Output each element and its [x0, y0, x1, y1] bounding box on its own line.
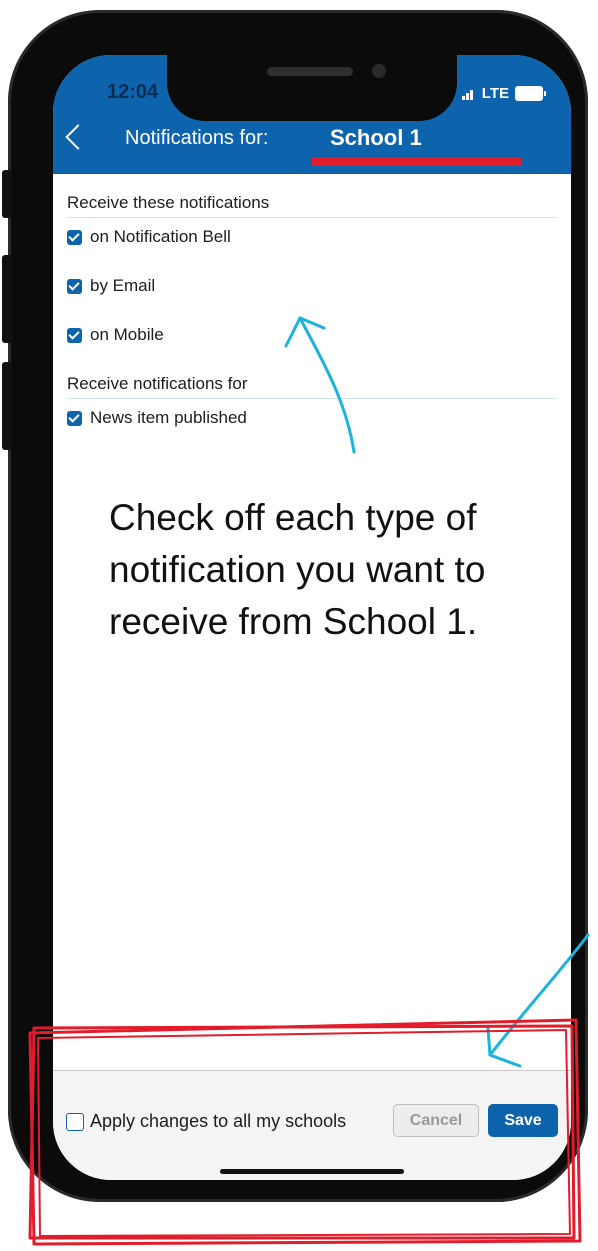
arrow-head-footer [486, 1026, 522, 1068]
arrow-to-checkboxes [298, 316, 356, 454]
annotation-overlay [28, 316, 590, 1246]
red-highlight-box [28, 1018, 582, 1246]
arrow-head-checkboxes [284, 316, 326, 348]
